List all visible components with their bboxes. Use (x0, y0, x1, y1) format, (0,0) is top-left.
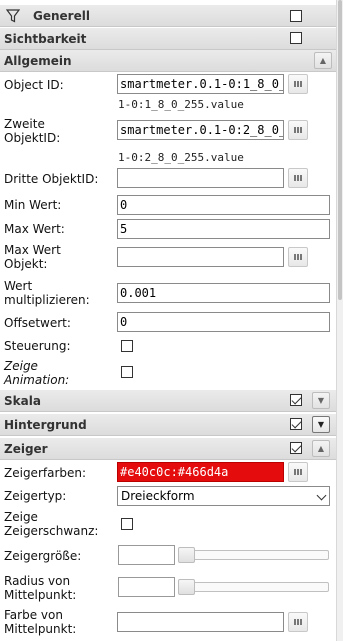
object-id-picker-button[interactable] (288, 74, 308, 94)
list-picker-icon (294, 469, 302, 475)
section-sichtbarkeit-checkbox[interactable] (290, 32, 302, 44)
chevron-down-icon: ▼ (317, 396, 325, 405)
min-wert-label: Min Wert: (4, 198, 62, 212)
zeige-animation-checkbox[interactable] (121, 366, 133, 378)
zeigergroesse-label: Zeigergröße: (4, 549, 82, 563)
zeigertyp-selected-value: Dreieckform (121, 489, 195, 503)
offsetwert-label: Offsetwert: (4, 316, 71, 330)
farbe-mittelpunkt-label: Farbe von Mittelpunkt: (4, 608, 77, 636)
zeigertyp-select[interactable]: Dreieckform (117, 486, 330, 506)
expand-skala-button[interactable]: ▼ (312, 392, 330, 409)
object-id-label: Object ID: (4, 78, 64, 92)
farbe-mittelpunkt-picker-button[interactable] (288, 612, 308, 632)
max-wert-objekt-input[interactable] (117, 247, 284, 267)
collapse-zeiger-button[interactable]: ▲ (312, 440, 330, 457)
expand-hintergrund-button[interactable]: ▼ (312, 416, 330, 433)
section-hintergrund-header[interactable]: Hintergrund ▼ (0, 414, 336, 436)
list-picker-icon (294, 127, 302, 133)
zeigergroesse-slider-track[interactable] (178, 550, 329, 560)
chevron-up-icon: ▲ (319, 56, 327, 65)
max-wert-input[interactable]: 5 (117, 219, 330, 239)
widget-properties-panel: Generell Sichtbarkeit Allgemein ▲ Object… (0, 0, 336, 641)
section-sichtbarkeit-label: Sichtbarkeit (4, 32, 87, 46)
dritte-objektid-picker-button[interactable] (288, 168, 308, 188)
wert-multiplizieren-input[interactable]: 0.001 (117, 283, 330, 303)
section-hintergrund-checkbox[interactable] (290, 418, 302, 430)
object-id-resolved: 1-0:1_8_0_255.value (118, 98, 244, 111)
radius-mittelpunkt-input[interactable] (118, 577, 175, 597)
section-allgemein-header[interactable]: Allgemein ▲ (0, 50, 336, 72)
chevron-down-icon: ▼ (317, 420, 325, 429)
steuerung-checkbox[interactable] (121, 340, 133, 352)
min-wert-input[interactable]: 0 (117, 195, 330, 215)
zeige-zeigerschwanz-label: Zeige Zeigerschwanz: (4, 510, 99, 538)
section-hintergrund-label: Hintergrund (4, 418, 87, 432)
max-wert-objekt-label: Max Wert Objekt: (4, 243, 61, 271)
filter-icon[interactable] (6, 9, 20, 23)
zweite-objektid-label: Zweite ObjektID: (4, 117, 61, 145)
object-id-input[interactable]: smartmeter.0.1-0:1_8_0_ (117, 74, 284, 94)
zweite-objektid-picker-button[interactable] (288, 120, 308, 140)
collapse-allgemein-button[interactable]: ▲ (314, 52, 332, 69)
chevron-down-icon (316, 490, 327, 501)
max-wert-label: Max Wert: (4, 222, 65, 236)
offsetwert-input[interactable]: 0 (117, 312, 330, 332)
section-sichtbarkeit-header[interactable]: Sichtbarkeit (0, 28, 336, 50)
dritte-objektid-input[interactable] (117, 168, 284, 188)
section-zeiger-label: Zeiger (4, 442, 48, 456)
zeigergroesse-input[interactable] (118, 545, 175, 565)
radius-mittelpunkt-label: Radius von Mittelpunkt: (4, 574, 77, 602)
zeigertyp-label: Zeigertyp: (4, 489, 67, 503)
section-zeiger-checkbox[interactable] (290, 442, 302, 454)
zeigerfarben-input[interactable]: #e40c0c:#466d4a (117, 462, 284, 482)
radius-mittelpunkt-slider-track[interactable] (178, 582, 329, 592)
section-allgemein-label: Allgemein (4, 54, 72, 68)
steuerung-label: Steuerung: (4, 339, 71, 353)
section-skala-header[interactable]: Skala ▼ (0, 390, 336, 412)
zeigergroesse-slider-handle[interactable] (178, 547, 195, 563)
wert-multiplizieren-label: Wert multiplizieren: (4, 279, 90, 307)
dritte-objektid-label: Dritte ObjektID: (4, 172, 99, 186)
max-wert-objekt-picker-button[interactable] (288, 247, 308, 267)
zeige-zeigerschwanz-checkbox[interactable] (121, 518, 133, 530)
zweite-objektid-resolved: 1-0:2_8_0_255.value (118, 151, 244, 164)
list-picker-icon (294, 175, 302, 181)
radius-mittelpunkt-slider-handle[interactable] (178, 579, 195, 595)
chevron-up-icon: ▲ (317, 444, 325, 453)
panel-scrollbar[interactable] (336, 0, 343, 641)
section-generell-label: Generell (33, 9, 90, 23)
section-zeiger-header[interactable]: Zeiger ▲ (0, 438, 336, 460)
zeigerfarben-label: Zeigerfarben: (4, 466, 87, 480)
section-generell-header[interactable]: Generell (0, 5, 336, 27)
zeige-animation-label: Zeige Animation: (4, 359, 70, 387)
list-picker-icon (294, 619, 302, 625)
zweite-objektid-input[interactable]: smartmeter.0.1-0:2_8_0_ (117, 120, 284, 140)
section-generell-checkbox[interactable] (290, 10, 302, 22)
panel-scrollbar-thumb[interactable] (338, 0, 342, 300)
section-skala-label: Skala (4, 394, 41, 408)
list-picker-icon (294, 254, 302, 260)
farbe-mittelpunkt-input[interactable] (117, 612, 284, 632)
list-picker-icon (294, 81, 302, 87)
section-skala-checkbox[interactable] (290, 394, 302, 406)
zeigerfarben-picker-button[interactable] (288, 462, 308, 482)
